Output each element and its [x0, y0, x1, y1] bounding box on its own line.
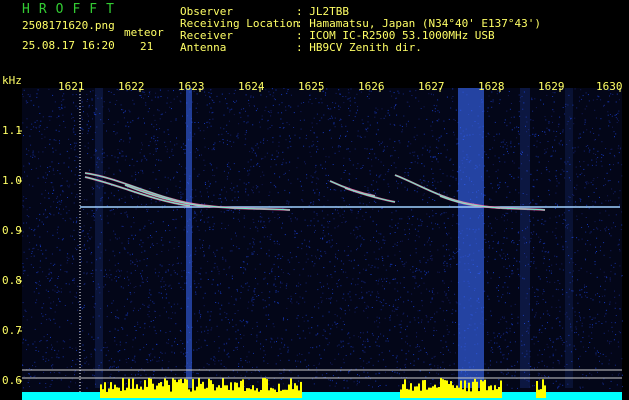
y-tick-label: 0.8 [2, 274, 22, 287]
date-time: 25.08.17 16:20 [22, 39, 115, 52]
x-tick-label: 1628 [478, 80, 505, 93]
file-name: 2508171620.png [22, 19, 115, 32]
interference-band [565, 88, 573, 388]
location-value: : Hamamatsu, Japan (N34°40' E137°43') [296, 17, 542, 30]
location-label: Receiving Location [180, 17, 300, 30]
x-tick-label: 1630 [596, 80, 623, 93]
x-tick-label: 1621 [58, 80, 85, 93]
receiver-label: Receiver [180, 29, 233, 42]
app-title: HROFFT [22, 2, 123, 17]
interference-band [458, 88, 484, 388]
observer-value: : JL2TBB [296, 5, 349, 18]
spectrogram [18, 88, 623, 400]
x-tick-label: 1624 [238, 80, 265, 93]
interference-band [520, 88, 530, 388]
interference-band [95, 88, 103, 388]
y-axis-unit: kHz [2, 74, 22, 87]
antenna-value: : HB9CV Zenith dir. [296, 41, 422, 54]
antenna-label: Antenna [180, 41, 227, 54]
event-count: 21 [140, 40, 154, 53]
x-tick-label: 1622 [118, 80, 145, 93]
receiver-value: : ICOM IC-R2500 53.1000MHz USB [296, 29, 495, 42]
y-tick-label: 0.6 [2, 374, 22, 387]
y-tick-label: 1.0 [2, 174, 22, 187]
interference-band [186, 88, 192, 388]
y-tick-label: 0.9 [2, 224, 22, 237]
x-tick-label: 1625 [298, 80, 325, 93]
x-tick-label: 1623 [178, 80, 205, 93]
y-tick-label: 1.1 [2, 124, 22, 137]
plot-area [22, 88, 622, 398]
event-label: meteor [124, 26, 164, 39]
x-tick-label: 1627 [418, 80, 445, 93]
y-tick-label: 0.7 [2, 324, 22, 337]
x-tick-label: 1626 [358, 80, 385, 93]
observer-label: Observer [180, 5, 233, 18]
x-tick-label: 1629 [538, 80, 565, 93]
